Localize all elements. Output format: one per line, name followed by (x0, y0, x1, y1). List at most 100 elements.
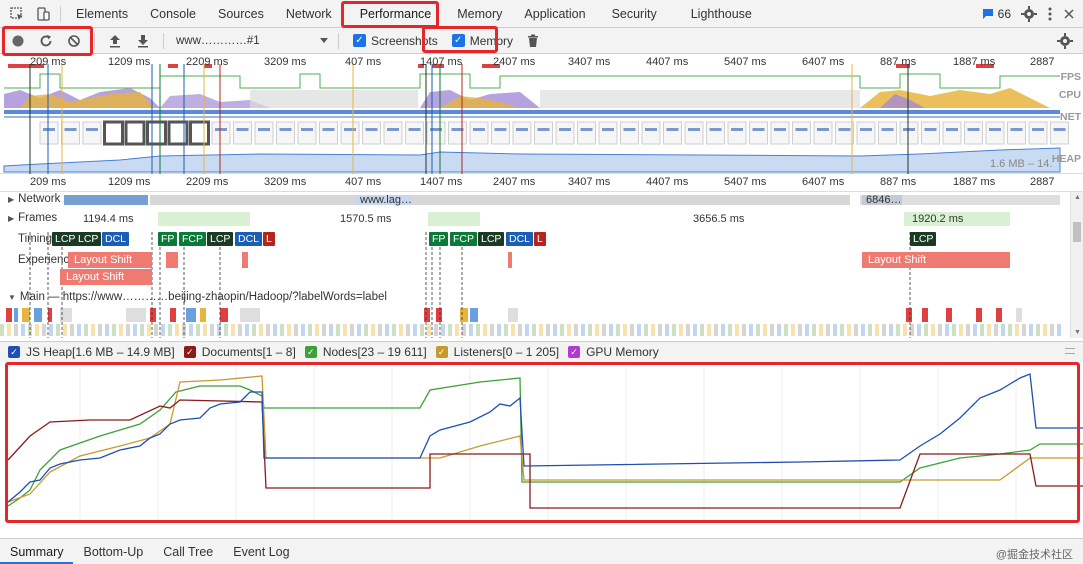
fcp-marker[interactable]: FCP (179, 232, 206, 246)
dcl-marker[interactable]: DCL (235, 232, 263, 246)
tab-elements[interactable]: Elements (65, 0, 139, 28)
tab-lighthouse[interactable]: Lighthouse (680, 0, 763, 28)
main-subtask-block (700, 324, 704, 336)
layout-shift-bar[interactable] (242, 252, 248, 268)
main-subtask-block (735, 324, 739, 336)
main-subtask-block (987, 324, 991, 336)
main-subtask-block (287, 324, 291, 336)
main-subtask-block (686, 324, 690, 336)
main-subtask-block (882, 324, 886, 336)
timeline-overview[interactable]: FPS CPU NET HEAP 1.6 MB – 14. 209 ms 1209… (0, 54, 1083, 174)
tab-security[interactable]: Security (601, 0, 668, 28)
load-marker[interactable]: L (263, 232, 275, 246)
memory-counters-chart[interactable] (0, 362, 1083, 538)
main-subtask-block (728, 324, 732, 336)
lcp-marker[interactable]: LCP (478, 232, 505, 246)
load-profile-button[interactable] (101, 29, 129, 53)
lcp-marker[interactable]: LCP (75, 232, 102, 246)
record-icon (12, 35, 24, 46)
gpu-memory-counter[interactable]: ✓ GPU Memory (568, 345, 659, 359)
clear-button[interactable] (60, 29, 88, 53)
main-subtask-block (840, 324, 844, 336)
fp-marker[interactable]: FP (158, 232, 178, 246)
layout-shift-bar[interactable]: Layout Shift (60, 269, 152, 285)
net-bar (4, 110, 1060, 114)
scrollbar-up-arrow-icon[interactable]: ▲ (1074, 194, 1081, 201)
ruler-tick-label: 2887 (1030, 176, 1055, 188)
lcp-marker[interactable]: LCP (910, 232, 937, 246)
main-task-block (170, 308, 176, 322)
tab-console[interactable]: Console (139, 0, 207, 28)
scrollbar-down-arrow-icon[interactable]: ▼ (1074, 329, 1081, 336)
frames-track-header[interactable]: ▶ Frames (8, 212, 57, 224)
clear-icon (68, 34, 80, 47)
nodes-counter[interactable]: ✓ Nodes[23 – 19 611] (304, 345, 427, 359)
scrollbar-thumb[interactable] (1073, 222, 1081, 242)
main-subtask-block (189, 324, 193, 336)
tab-performance[interactable]: Performance (349, 0, 443, 28)
main-subtask-block (938, 324, 942, 336)
screenshot-thumbnail (61, 121, 80, 145)
dcl-marker[interactable]: DCL (102, 232, 130, 246)
save-profile-button[interactable] (129, 29, 157, 53)
resize-handle-icon[interactable] (1065, 348, 1075, 354)
ruler-tick-label: 4407 ms (646, 56, 689, 68)
js-heap-counter[interactable]: ✓ JS Heap[1.6 MB – 14.9 MB] (8, 345, 175, 359)
heap-area (3, 147, 1061, 173)
main-subtask-block (707, 324, 711, 336)
main-subtask-block (560, 324, 564, 336)
lcp-marker[interactable]: LCP (207, 232, 234, 246)
recording-select[interactable]: www…………#1 (170, 31, 332, 51)
main-subtask-block (7, 324, 11, 336)
screenshots-checkbox[interactable]: ✓ Screenshots (353, 34, 438, 48)
main-subtask-block (175, 324, 179, 336)
screenshot-thumbnail (1050, 121, 1069, 145)
tab-memory[interactable]: Memory (446, 0, 513, 28)
main-subtask-block (1057, 324, 1061, 336)
more-options-icon[interactable] (1047, 6, 1053, 22)
record-button[interactable] (4, 29, 32, 53)
settings-gear-icon[interactable] (1021, 6, 1037, 22)
tab-application[interactable]: Application (513, 0, 596, 28)
tab-network[interactable]: Network (275, 0, 343, 28)
main-subtask-block (609, 324, 613, 336)
load-marker[interactable]: L (534, 232, 546, 246)
screenshot-thumbnail (964, 121, 983, 145)
checkbox-checked-icon: ✓ (353, 34, 366, 47)
ruler-tick-label: 2887 (1030, 56, 1055, 68)
network-track-header[interactable]: ▶ Network (8, 193, 60, 205)
tab-call-tree[interactable]: Call Tree (153, 539, 223, 564)
tracks-scrollbar[interactable]: ▲ ▼ (1070, 192, 1083, 338)
counter-line (7, 373, 1083, 503)
inspect-element-icon[interactable] (4, 1, 30, 27)
tab-summary[interactable]: Summary (0, 539, 74, 564)
main-subtask-block (896, 324, 900, 336)
capture-settings-button[interactable] (1051, 29, 1079, 53)
main-subtask-block (903, 324, 907, 336)
collect-garbage-button[interactable] (519, 29, 547, 53)
listeners-counter[interactable]: ✓ Listeners[0 – 1 205] (435, 345, 559, 359)
tab-sources[interactable]: Sources (207, 0, 275, 28)
screenshot-thumbnail (469, 121, 489, 145)
screenshot-thumbnail (189, 120, 210, 146)
layout-shift-bar[interactable] (508, 252, 512, 268)
dcl-marker[interactable]: DCL (506, 232, 534, 246)
documents-counter[interactable]: ✓ Documents[1 – 8] (183, 345, 296, 359)
fp-marker[interactable]: FP (429, 232, 449, 246)
memory-checkbox[interactable]: ✓ Memory (451, 34, 513, 48)
screenshot-thumbnail (921, 121, 940, 145)
main-subtask-block (693, 324, 697, 336)
screenshot-thumbnail (405, 121, 424, 145)
layout-shift-bar[interactable]: Layout Shift (68, 252, 152, 268)
reload-record-button[interactable] (32, 29, 60, 53)
main-track-header[interactable]: ▼ Main — https://www…………beijing-zhaopin/H… (8, 291, 387, 303)
layout-shift-bar[interactable] (166, 252, 178, 268)
close-icon[interactable] (1063, 8, 1075, 20)
tab-bottom-up[interactable]: Bottom-Up (73, 539, 153, 564)
layout-shift-bar[interactable]: Layout Shift (862, 252, 1010, 268)
device-toolbar-icon[interactable] (30, 1, 56, 27)
issues-badge[interactable]: 66 (982, 7, 1011, 21)
fcp-marker[interactable]: FCP (450, 232, 477, 246)
experience-track-label: Experience (18, 254, 76, 266)
tab-event-log[interactable]: Event Log (223, 539, 299, 564)
